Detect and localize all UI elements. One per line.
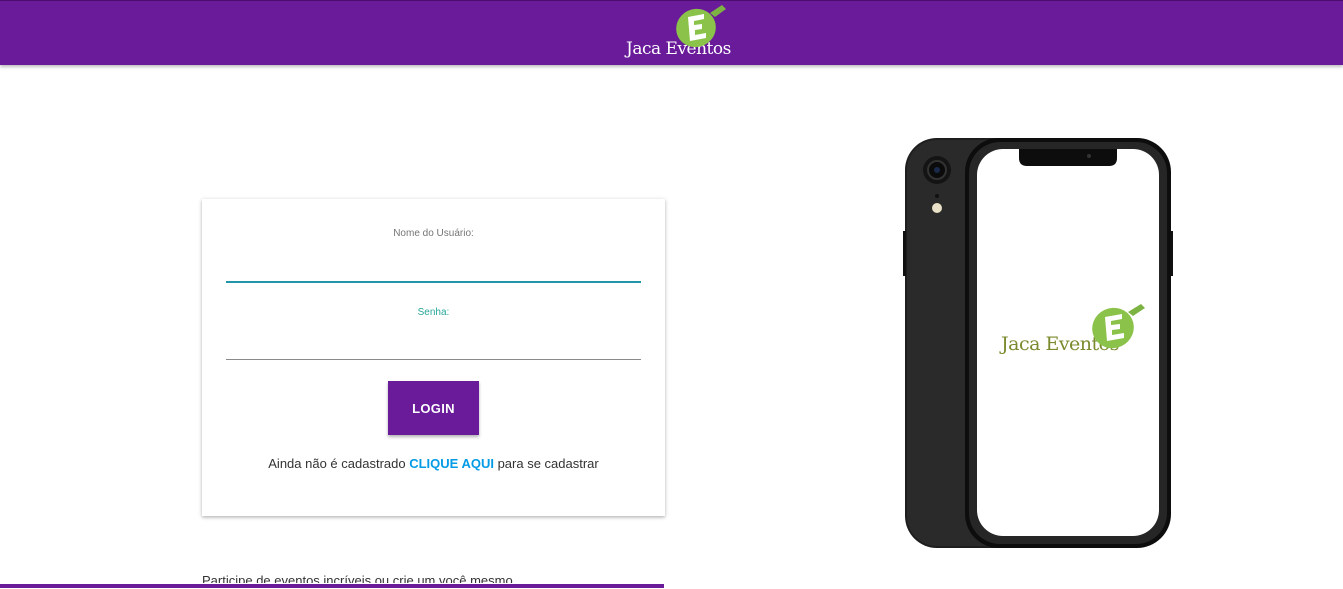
top-header: Jaca Eventos <box>0 0 1343 65</box>
brand-logo[interactable]: Jaca Eventos <box>620 3 740 65</box>
login-button[interactable]: LOGIN <box>388 381 479 435</box>
footer-bar <box>0 584 664 588</box>
phone-jaca-fruit-e-icon <box>1092 304 1145 349</box>
signup-suffix-text: para se cadastrar <box>493 456 599 471</box>
signup-prefix-text: Ainda não é cadastrado <box>268 456 410 471</box>
username-input[interactable] <box>226 255 641 283</box>
password-label: Senha: <box>417 307 450 318</box>
signup-link[interactable]: CLIQUE AQUI <box>409 456 494 471</box>
jaca-fruit-e-icon <box>676 5 726 48</box>
signup-prompt: Ainda não é cadastrado CLIQUE AQUI para … <box>202 456 665 471</box>
username-label: Nome do Usuário: <box>393 228 474 239</box>
login-card: Nome do Usuário: Senha: LOGIN Ainda não … <box>202 199 665 516</box>
password-input[interactable] <box>226 333 641 360</box>
